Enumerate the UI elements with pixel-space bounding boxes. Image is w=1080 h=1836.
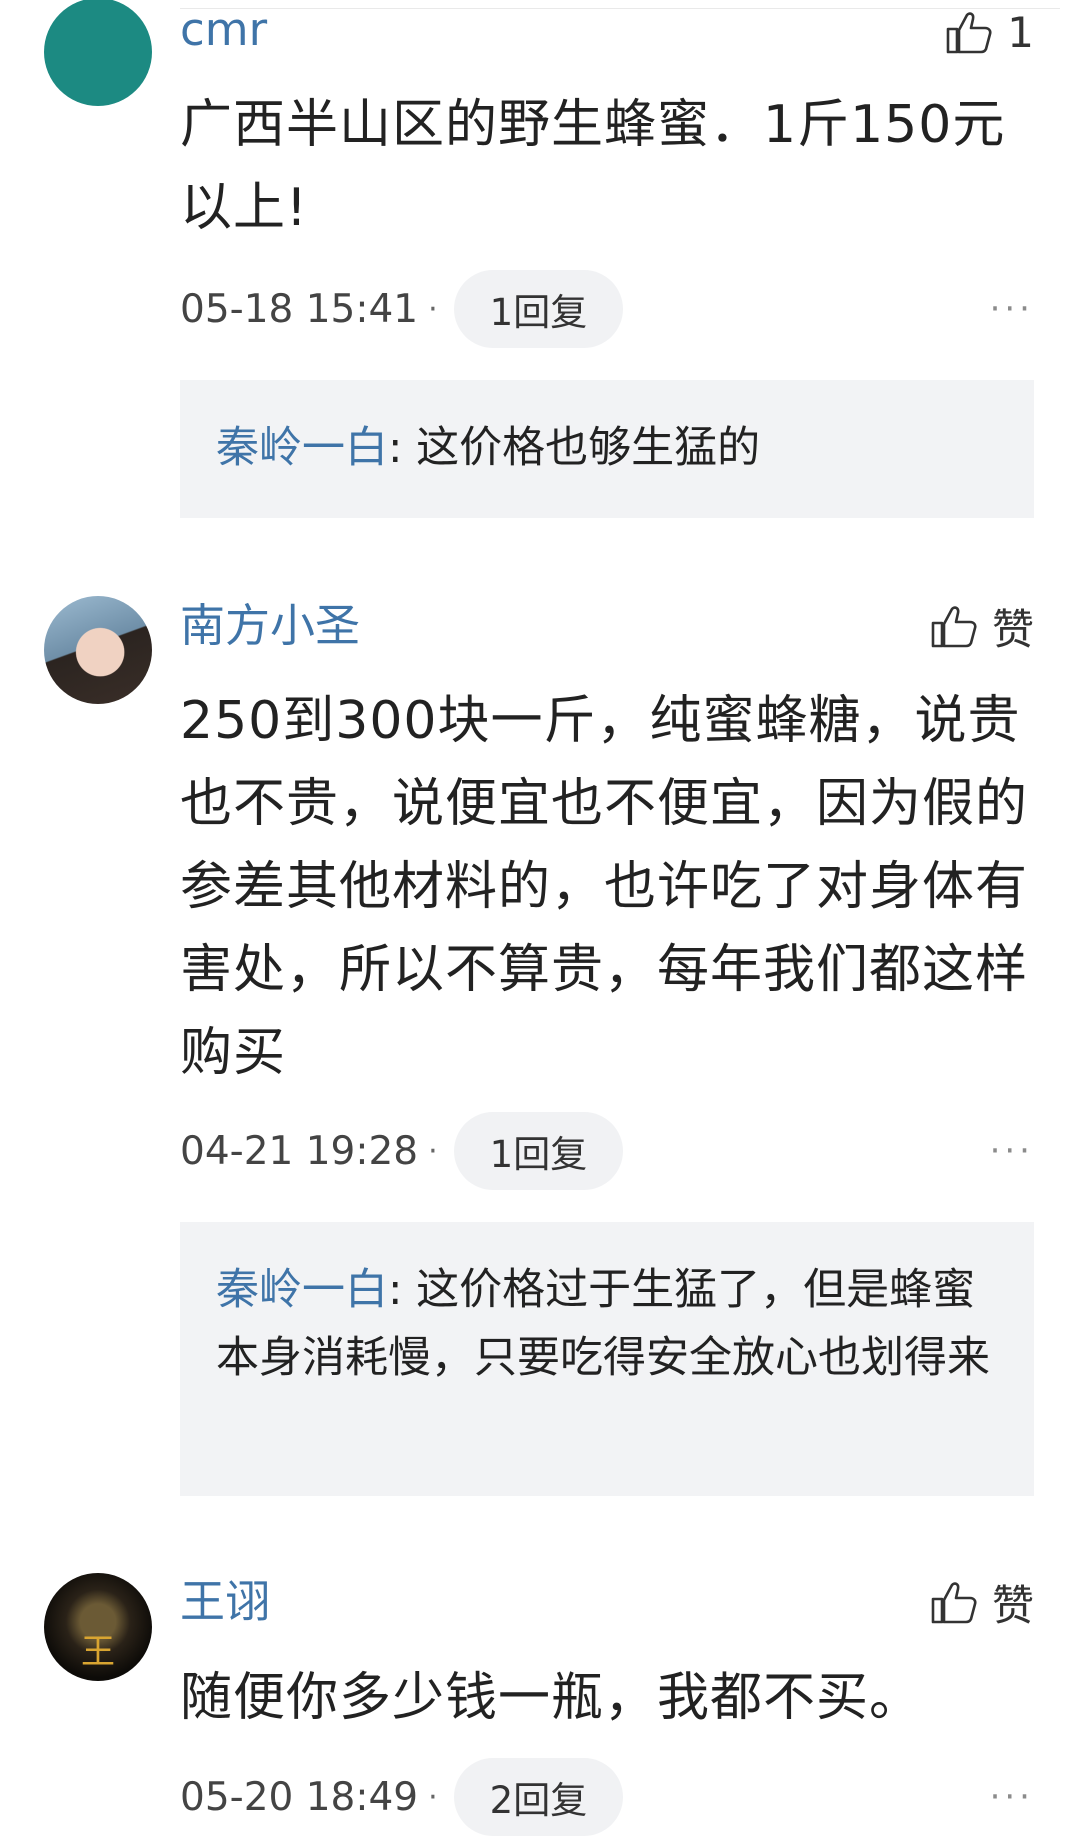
- like-button[interactable]: 1: [945, 4, 1034, 60]
- like-count: 1: [1007, 7, 1034, 57]
- avatar[interactable]: [44, 0, 152, 106]
- separator-dot: ·: [428, 1133, 438, 1169]
- like-label: 赞: [991, 604, 1034, 654]
- timestamp: 04-21 19:28: [180, 1128, 419, 1174]
- more-options-icon[interactable]: ···: [990, 270, 1034, 348]
- avatar-glyph: 王: [81, 1632, 115, 1672]
- comment-meta: 05-18 15:41 · 1回复: [180, 270, 624, 348]
- timestamp: 05-20 18:49: [180, 1774, 419, 1820]
- comment-text: 广西半山区的野生蜂蜜．1斤150元以上!: [180, 95, 1006, 238]
- more-options-icon[interactable]: ···: [990, 1758, 1034, 1836]
- reply-preview[interactable]: 秦岭一白: 这价格过于生猛了，但是蜂蜜本身消耗慢，只要吃得安全放心也划得来: [180, 1222, 1034, 1496]
- reply-text: : 这价格也够生猛的: [388, 423, 761, 473]
- reply-preview[interactable]: 秦岭一白: 这价格也够生猛的: [180, 380, 1034, 518]
- like-button[interactable]: 赞: [930, 1574, 1034, 1630]
- replies-button[interactable]: 2回复: [453, 1758, 624, 1836]
- separator-dot: ·: [428, 1779, 438, 1815]
- more-options-icon[interactable]: ···: [990, 1112, 1034, 1190]
- like-label: 赞: [991, 1580, 1034, 1630]
- replies-button[interactable]: 1回复: [453, 270, 624, 348]
- thumbs-up-icon: [930, 1579, 978, 1625]
- reply-author[interactable]: 秦岭一白: [216, 1265, 388, 1315]
- thumbs-up-icon: [930, 603, 978, 649]
- top-divider: [180, 8, 1060, 9]
- thumbs-up-icon: [945, 9, 993, 55]
- username[interactable]: cmr: [180, 2, 267, 58]
- separator-dot: ·: [428, 291, 438, 327]
- like-button[interactable]: 赞: [930, 598, 1034, 654]
- avatar[interactable]: 王: [44, 1573, 152, 1681]
- comment-meta: 04-21 19:28 · 1回复: [180, 1112, 624, 1190]
- username[interactable]: 王诩: [180, 1574, 270, 1630]
- comment-text: 250到300块一斤，纯蜜蜂糖，说贵也不贵，说便宜也不便宜，因为假的参差其他材料…: [180, 691, 1029, 1083]
- comment-meta: 05-20 18:49 · 2回复: [180, 1758, 624, 1836]
- reply-author[interactable]: 秦岭一白: [216, 423, 388, 473]
- comment-text: 随便你多少钱一瓶，我都不买。: [180, 1668, 923, 1728]
- replies-button[interactable]: 1回复: [453, 1112, 624, 1190]
- timestamp: 05-18 15:41: [180, 286, 419, 332]
- username[interactable]: 南方小圣: [180, 598, 360, 654]
- avatar[interactable]: [44, 596, 152, 704]
